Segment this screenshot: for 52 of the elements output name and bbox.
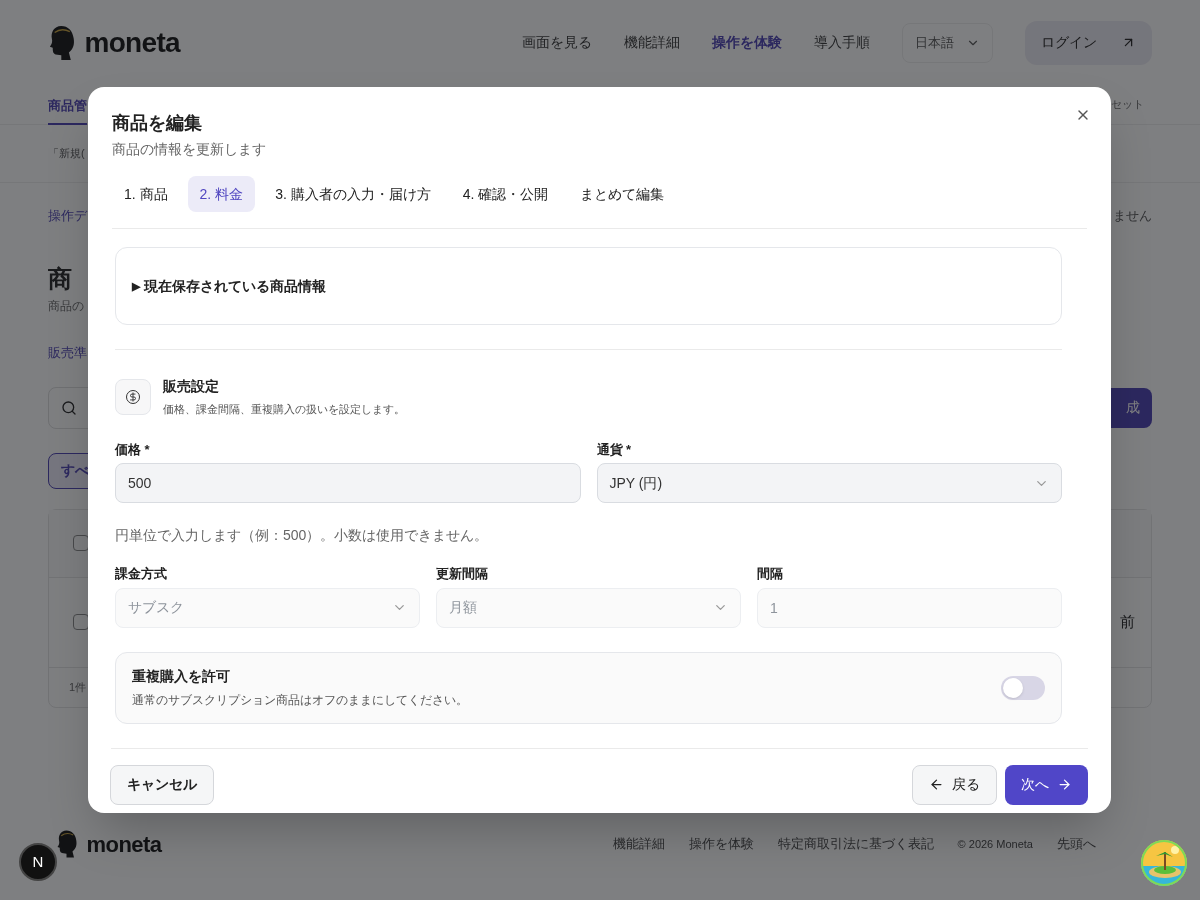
field-label: 通貨 *	[596, 440, 633, 459]
arrow-right-icon	[1057, 777, 1072, 792]
search-icon	[61, 399, 77, 416]
dialog-subtitle: 商品の情報を更新します	[112, 140, 267, 159]
collapsible-label: 現在保存されている商品情報	[144, 276, 326, 296]
back-to-top-link[interactable]: 先頭へ	[1057, 834, 1096, 854]
footer-link[interactable]: 操作を体験	[688, 834, 754, 854]
collapsible-panel[interactable]: ▶ 現在保存されている商品情報	[115, 247, 1062, 325]
dialog-title: 商品を編集	[112, 112, 202, 135]
field-label: 課金方式	[115, 565, 168, 583]
footer-link[interactable]: 機能詳細	[612, 834, 665, 854]
table-cell-text: 前	[1120, 611, 1135, 632]
logo-wordmark[interactable]: moneta	[84, 21, 180, 64]
input-field[interactable]: 500	[115, 463, 581, 503]
field-label: 更新間隔	[436, 565, 489, 583]
head-silhouette-icon	[56, 829, 79, 859]
cancel-button[interactable]: キャンセル	[110, 764, 214, 805]
nav-link[interactable]: 機能詳細	[624, 32, 680, 53]
next-button[interactable]: 次へ	[1005, 764, 1088, 805]
nav-link[interactable]: 画面を見る	[522, 32, 592, 53]
page-subheading: 商品の	[48, 298, 84, 315]
step-tab[interactable]: まとめて編集	[568, 176, 677, 212]
field-label: 価格 *	[115, 440, 151, 459]
disclosure-marker: ▶	[132, 278, 140, 294]
nav-link[interactable]: 操作を体験	[712, 32, 782, 53]
dev-tools-button[interactable]: N	[19, 843, 57, 881]
table-footer-text: 1件	[69, 679, 87, 695]
notice-text: 「新規(	[48, 146, 85, 162]
page-heading: 商	[48, 264, 72, 294]
option-title: 重複購入を許可	[132, 667, 231, 686]
head-silhouette-icon	[48, 23, 77, 62]
logo-wordmark[interactable]: moneta	[86, 827, 162, 861]
toggle-switch[interactable]	[1001, 675, 1045, 700]
select-field[interactable]: JPY (円)	[596, 463, 1062, 503]
nav-link[interactable]: 導入手順	[814, 32, 870, 53]
step-tab[interactable]: 3. 購入者の入力・届け方	[263, 176, 443, 212]
language-select[interactable]: 日本語	[902, 22, 993, 63]
login-button[interactable]: ログイン	[1025, 20, 1152, 65]
hint-text: 円単位で入力します（例：500）。小数は使用できません。	[115, 526, 490, 545]
footer-link[interactable]: 特定商取引法に基づく表記	[777, 834, 934, 854]
step-tab[interactable]: 2. 料金	[187, 176, 256, 212]
copyright-text: © 2026 Moneta	[957, 836, 1033, 852]
step-tab[interactable]: 1. 商品	[112, 176, 180, 212]
readiness-link[interactable]: 販売準	[48, 343, 87, 363]
notice-text: ません	[1113, 207, 1152, 226]
breadcrumb-link[interactable]: 操作デ	[48, 206, 87, 226]
field-label: 間隔	[757, 565, 784, 583]
section-description: 価格、課金間隔、重複購入の扱いを設定します。	[163, 402, 405, 417]
section-title: 販売設定	[163, 377, 220, 396]
option-description: 通常のサブスクリプション商品はオフのままにしてください。	[132, 692, 468, 709]
back-button[interactable]: 戻る	[912, 764, 997, 805]
step-tab[interactable]: 4. 確認・公開	[450, 176, 561, 212]
